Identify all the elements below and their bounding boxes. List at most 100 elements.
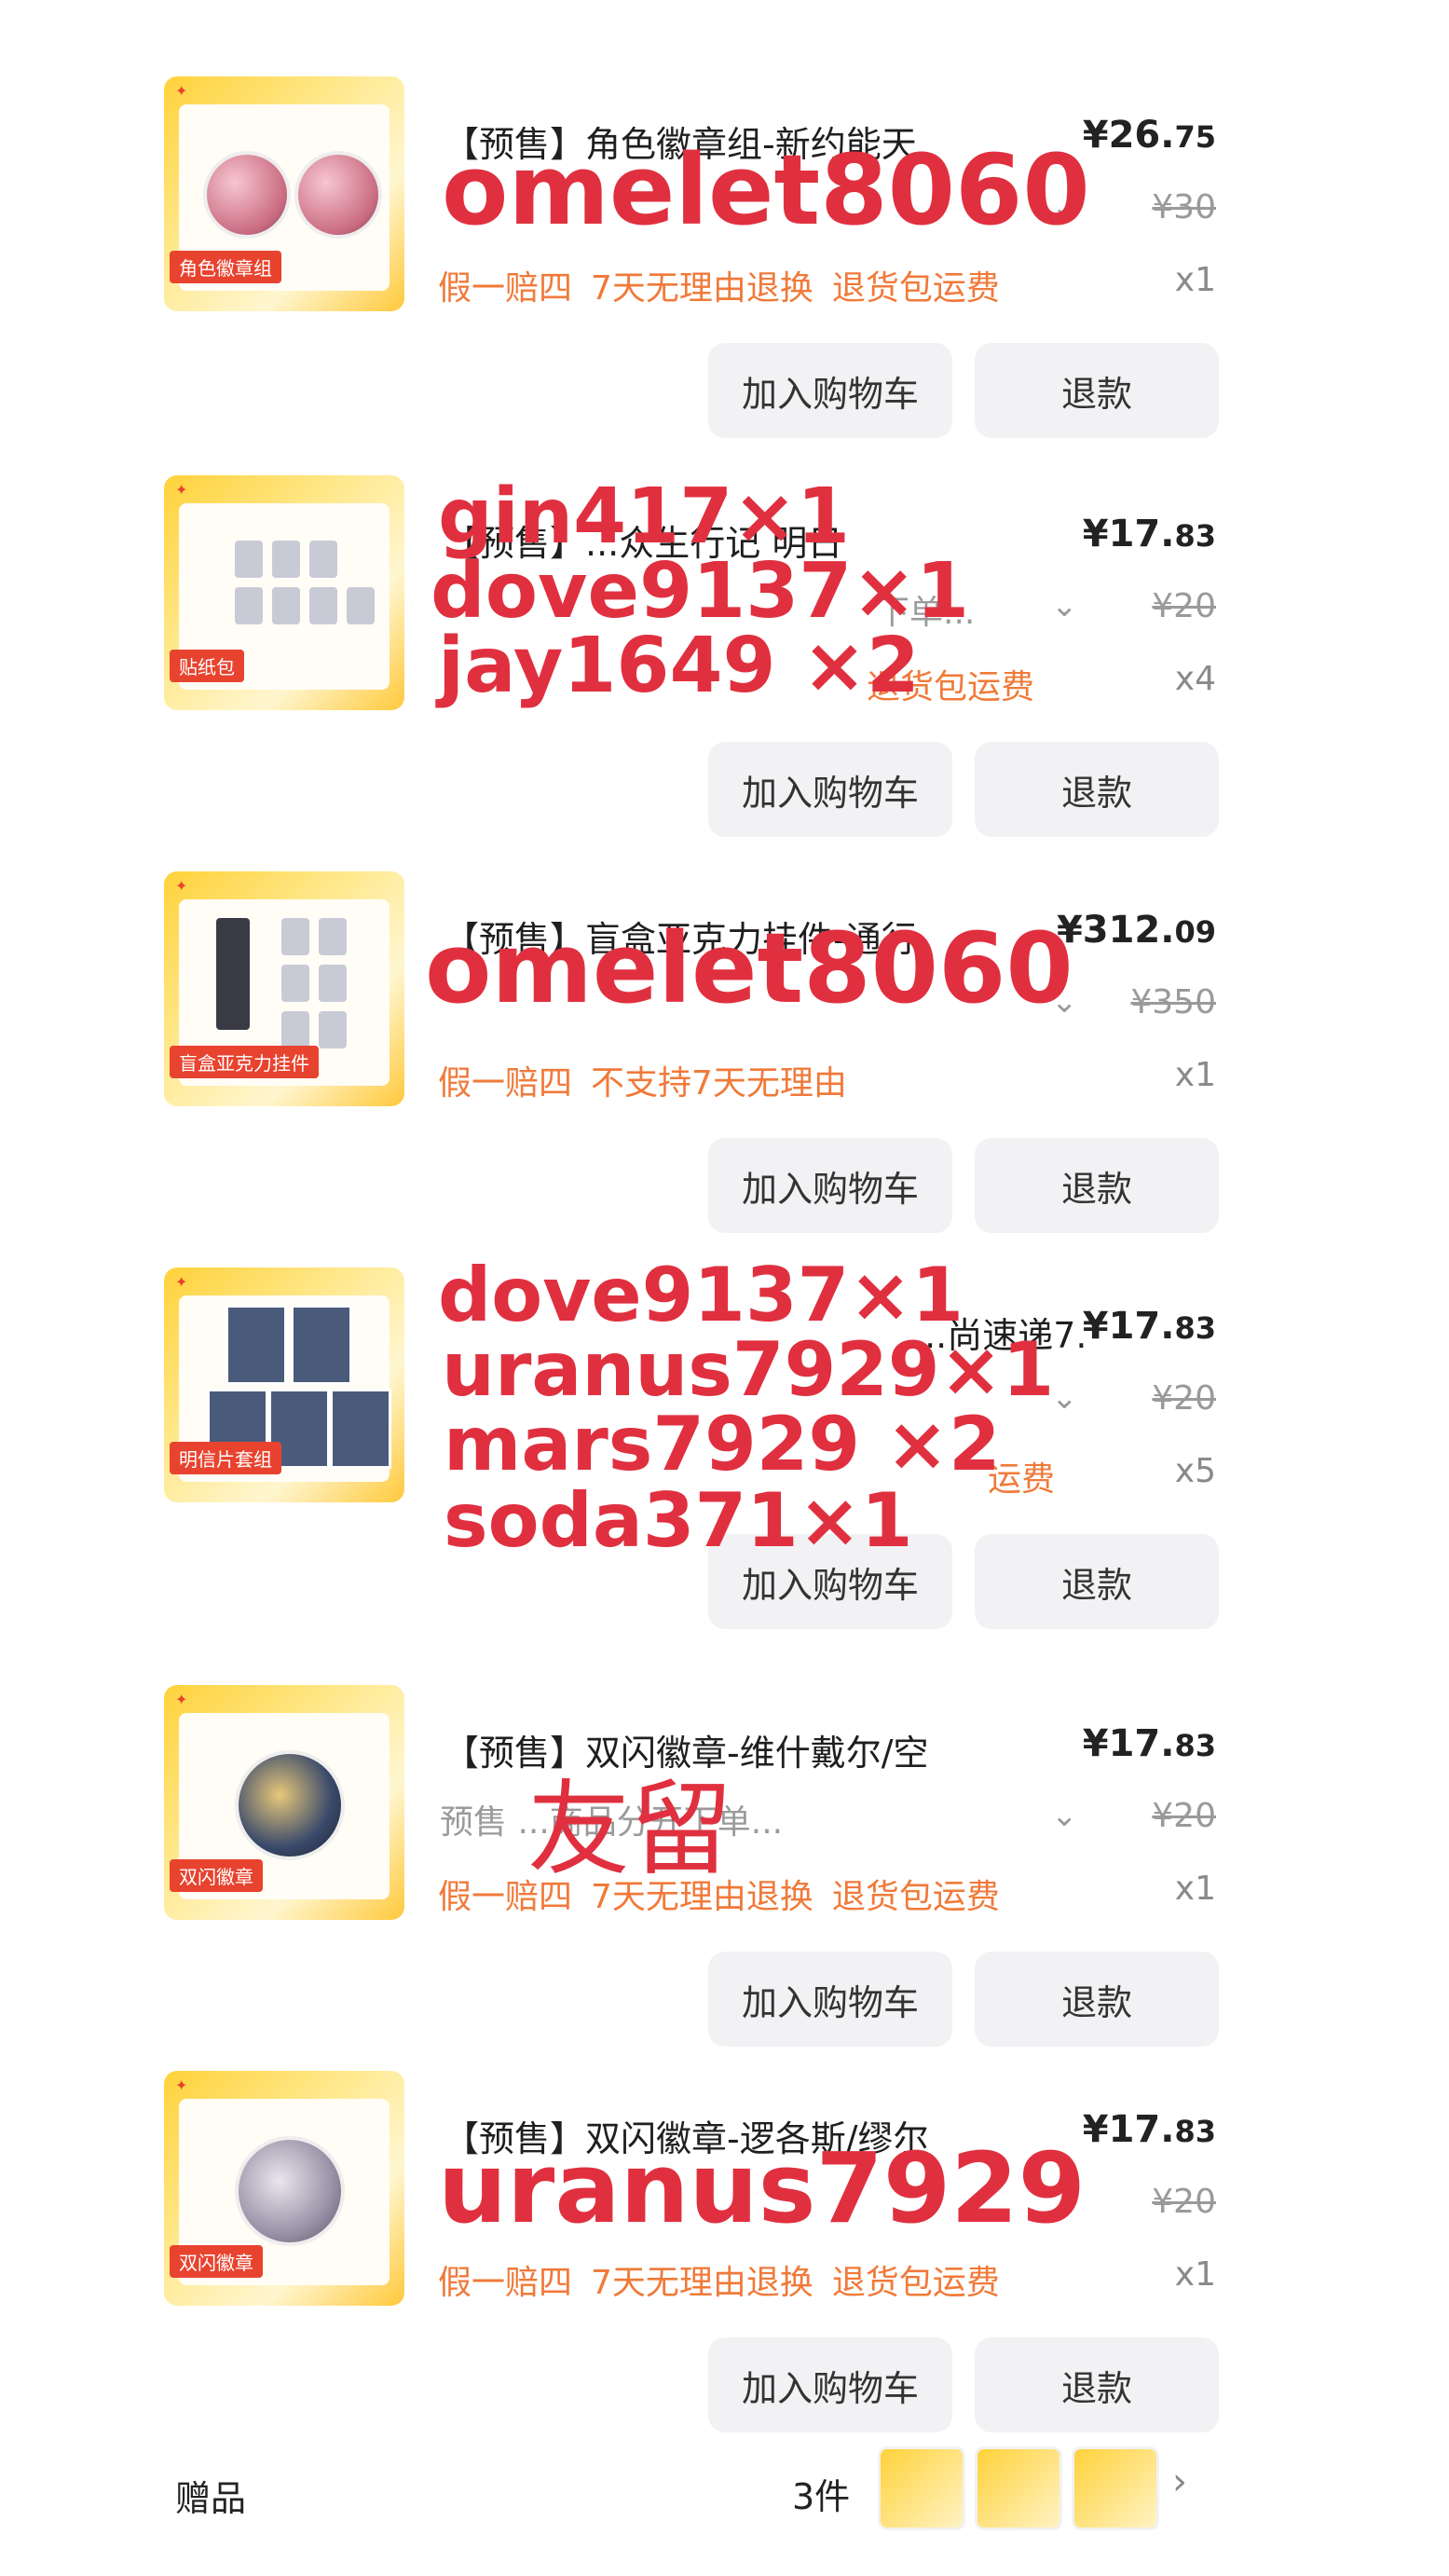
service-tag: 退货包运费 <box>831 1878 1000 1916</box>
chevron-down-icon[interactable]: ⌄ <box>1051 587 1078 624</box>
service-tag: 假一赔四 <box>438 1064 573 1103</box>
quantity: x1 <box>1174 261 1216 299</box>
sticker-image <box>235 587 263 624</box>
overlay-text: dove9137×1 <box>438 1252 964 1338</box>
refund-button[interactable]: 退款 <box>975 1138 1219 1233</box>
gift-thumbnail[interactable] <box>1072 2446 1159 2530</box>
keychain-image <box>281 1011 309 1048</box>
quantity: x1 <box>1174 1056 1216 1094</box>
refund-button[interactable]: 退款 <box>975 2337 1219 2432</box>
service-tags: 运费 <box>988 1452 1073 1500</box>
order-item[interactable]: ✦ 明信片套组 ...尚速递7. ¥17.83 ⌄ ¥20 运费 x5 加入购物… <box>0 1240 1449 1631</box>
price-cents: 75 <box>1174 119 1216 155</box>
add-to-cart-button[interactable]: 加入购物车 <box>708 1952 952 2047</box>
overlay-text: jay1649 ×2 <box>438 622 920 710</box>
service-tag: 不支持7天无理由 <box>591 1064 847 1103</box>
quantity: x1 <box>1174 2255 1216 2294</box>
sticker-image <box>309 541 337 578</box>
refund-button[interactable]: 退款 <box>975 1952 1219 2047</box>
badge-image <box>235 1750 345 1860</box>
original-price: ¥350 <box>1130 983 1216 1021</box>
sticker-image <box>272 541 300 578</box>
product-price: ¥26.75 <box>1083 114 1216 157</box>
price-main: ¥26. <box>1082 114 1175 157</box>
gift-label: 赠品 <box>175 2478 247 2519</box>
brand-logo: ✦ <box>175 2076 188 2094</box>
original-price: ¥20 <box>1152 1797 1216 1835</box>
original-price: ¥20 <box>1152 1379 1216 1418</box>
sticker-image <box>347 587 375 624</box>
product-thumbnail[interactable]: ✦ 角色徽章组 <box>164 76 404 311</box>
keychain-image <box>281 918 309 955</box>
thumbnail-tag: 贴纸包 <box>170 650 244 682</box>
overlay-text: uranus7929 <box>438 2131 1086 2245</box>
postcard-image <box>226 1305 287 1385</box>
overlay-text: mars7929 ×2 <box>444 1401 1001 1487</box>
price-cents: 83 <box>1174 1728 1216 1763</box>
order-item[interactable]: ✦ 盲盒亚克力挂件 【预售】盲盒亚克力挂件-通行 ¥312.09 ⌄ ¥350 … <box>0 843 1449 1235</box>
service-tags: 假一赔四 7天无理由退换 退货包运费 <box>438 261 1018 309</box>
add-to-cart-button[interactable]: 加入购物车 <box>708 1138 952 1233</box>
order-item[interactable]: ✦ 角色徽章组 【预售】角色徽章组-新约能天 ¥26.75 ⌄ ¥30 假一赔四… <box>0 48 1449 440</box>
refund-button[interactable]: 退款 <box>975 1534 1219 1629</box>
overlay-text: omelet8060 <box>425 911 1073 1025</box>
brand-logo: ✦ <box>175 877 188 895</box>
product-price: ¥17.83 <box>1083 2108 1216 2151</box>
brand-logo: ✦ <box>175 82 188 100</box>
service-tag: 7天无理由退换 <box>591 2264 813 2302</box>
product-price: ¥17.83 <box>1083 1305 1216 1348</box>
original-price: ¥20 <box>1152 587 1216 625</box>
chevron-down-icon[interactable]: ⌄ <box>1051 1797 1078 1834</box>
service-tag: 假一赔四 <box>438 269 573 308</box>
add-to-cart-button[interactable]: 加入购物车 <box>708 742 952 837</box>
price-main: ¥17. <box>1082 513 1175 555</box>
thumbnail-tag: 双闪徽章 <box>170 2245 263 2278</box>
product-price: ¥17.83 <box>1083 513 1216 555</box>
thumbnail-tag: 双闪徽章 <box>170 1859 263 1892</box>
service-tag: 退货包运费 <box>831 2264 1000 2302</box>
gift-thumbnail[interactable] <box>878 2446 965 2530</box>
badge-image <box>294 151 382 239</box>
sticker-image <box>309 587 337 624</box>
overlay-text: soda371×1 <box>444 1477 913 1564</box>
price-cents: 83 <box>1174 2114 1216 2149</box>
product-title[interactable]: 【预售】双闪徽章-维什戴尔/空 <box>444 1724 929 1775</box>
gift-thumbnail[interactable] <box>975 2446 1062 2530</box>
price-main: ¥17. <box>1082 1722 1175 1765</box>
overlay-text: gin417×1 <box>438 473 851 561</box>
sticker-image <box>272 587 300 624</box>
add-to-cart-button[interactable]: 加入购物车 <box>708 343 952 438</box>
chevron-right-icon[interactable]: › <box>1172 2460 1187 2503</box>
price-cents: 83 <box>1174 518 1216 554</box>
service-tags: 假一赔四 不支持7天无理由 <box>438 1056 866 1104</box>
badge-image <box>203 151 291 239</box>
add-to-cart-button[interactable]: 加入购物车 <box>708 2337 952 2432</box>
product-thumbnail[interactable]: ✦ 明信片套组 <box>164 1267 404 1502</box>
product-thumbnail[interactable]: ✦ 盲盒亚克力挂件 <box>164 871 404 1106</box>
refund-button[interactable]: 退款 <box>975 742 1219 837</box>
refund-button[interactable]: 退款 <box>975 343 1219 438</box>
price-main: ¥312. <box>1056 909 1175 952</box>
quantity: x4 <box>1174 660 1216 698</box>
price-main: ¥17. <box>1082 1305 1175 1348</box>
keychain-image <box>281 965 309 1002</box>
order-item[interactable]: ✦ 双闪徽章 【预售】双闪徽章-维什戴尔/空 ¥17.83 预售 ...商品分开… <box>0 1657 1449 2048</box>
product-thumbnail[interactable]: ✦ 双闪徽章 <box>164 2071 404 2306</box>
brand-logo: ✦ <box>175 481 188 499</box>
product-thumbnail[interactable]: ✦ 双闪徽章 <box>164 1685 404 1920</box>
thumbnail-tag: 明信片套组 <box>170 1442 281 1474</box>
chevron-down-icon[interactable]: ⌄ <box>1051 1379 1078 1417</box>
badge-image <box>235 2136 345 2246</box>
service-tags: 假一赔四 7天无理由退换 退货包运费 <box>438 2255 1018 2304</box>
overlay-text: dove9137×1 <box>431 547 970 636</box>
overlay-text: omelet8060 <box>442 133 1090 247</box>
product-thumbnail[interactable]: ✦ 贴纸包 <box>164 475 404 710</box>
keychain-image <box>319 1011 347 1048</box>
quantity: x1 <box>1174 1870 1216 1908</box>
product-price: ¥17.83 <box>1083 1722 1216 1765</box>
order-item[interactable]: ✦ 贴纸包 【预售】...众生行记 明日 ¥17.83 下单... ⌄ ¥20 … <box>0 447 1449 839</box>
keychain-image <box>319 965 347 1002</box>
postcard-image <box>330 1389 391 1469</box>
service-tag: 7天无理由退换 <box>591 269 813 308</box>
order-item[interactable]: ✦ 双闪徽章 【预售】双闪徽章-逻各斯/缪尔 ¥17.83 ⌄ ¥20 假一赔四… <box>0 2043 1449 2434</box>
